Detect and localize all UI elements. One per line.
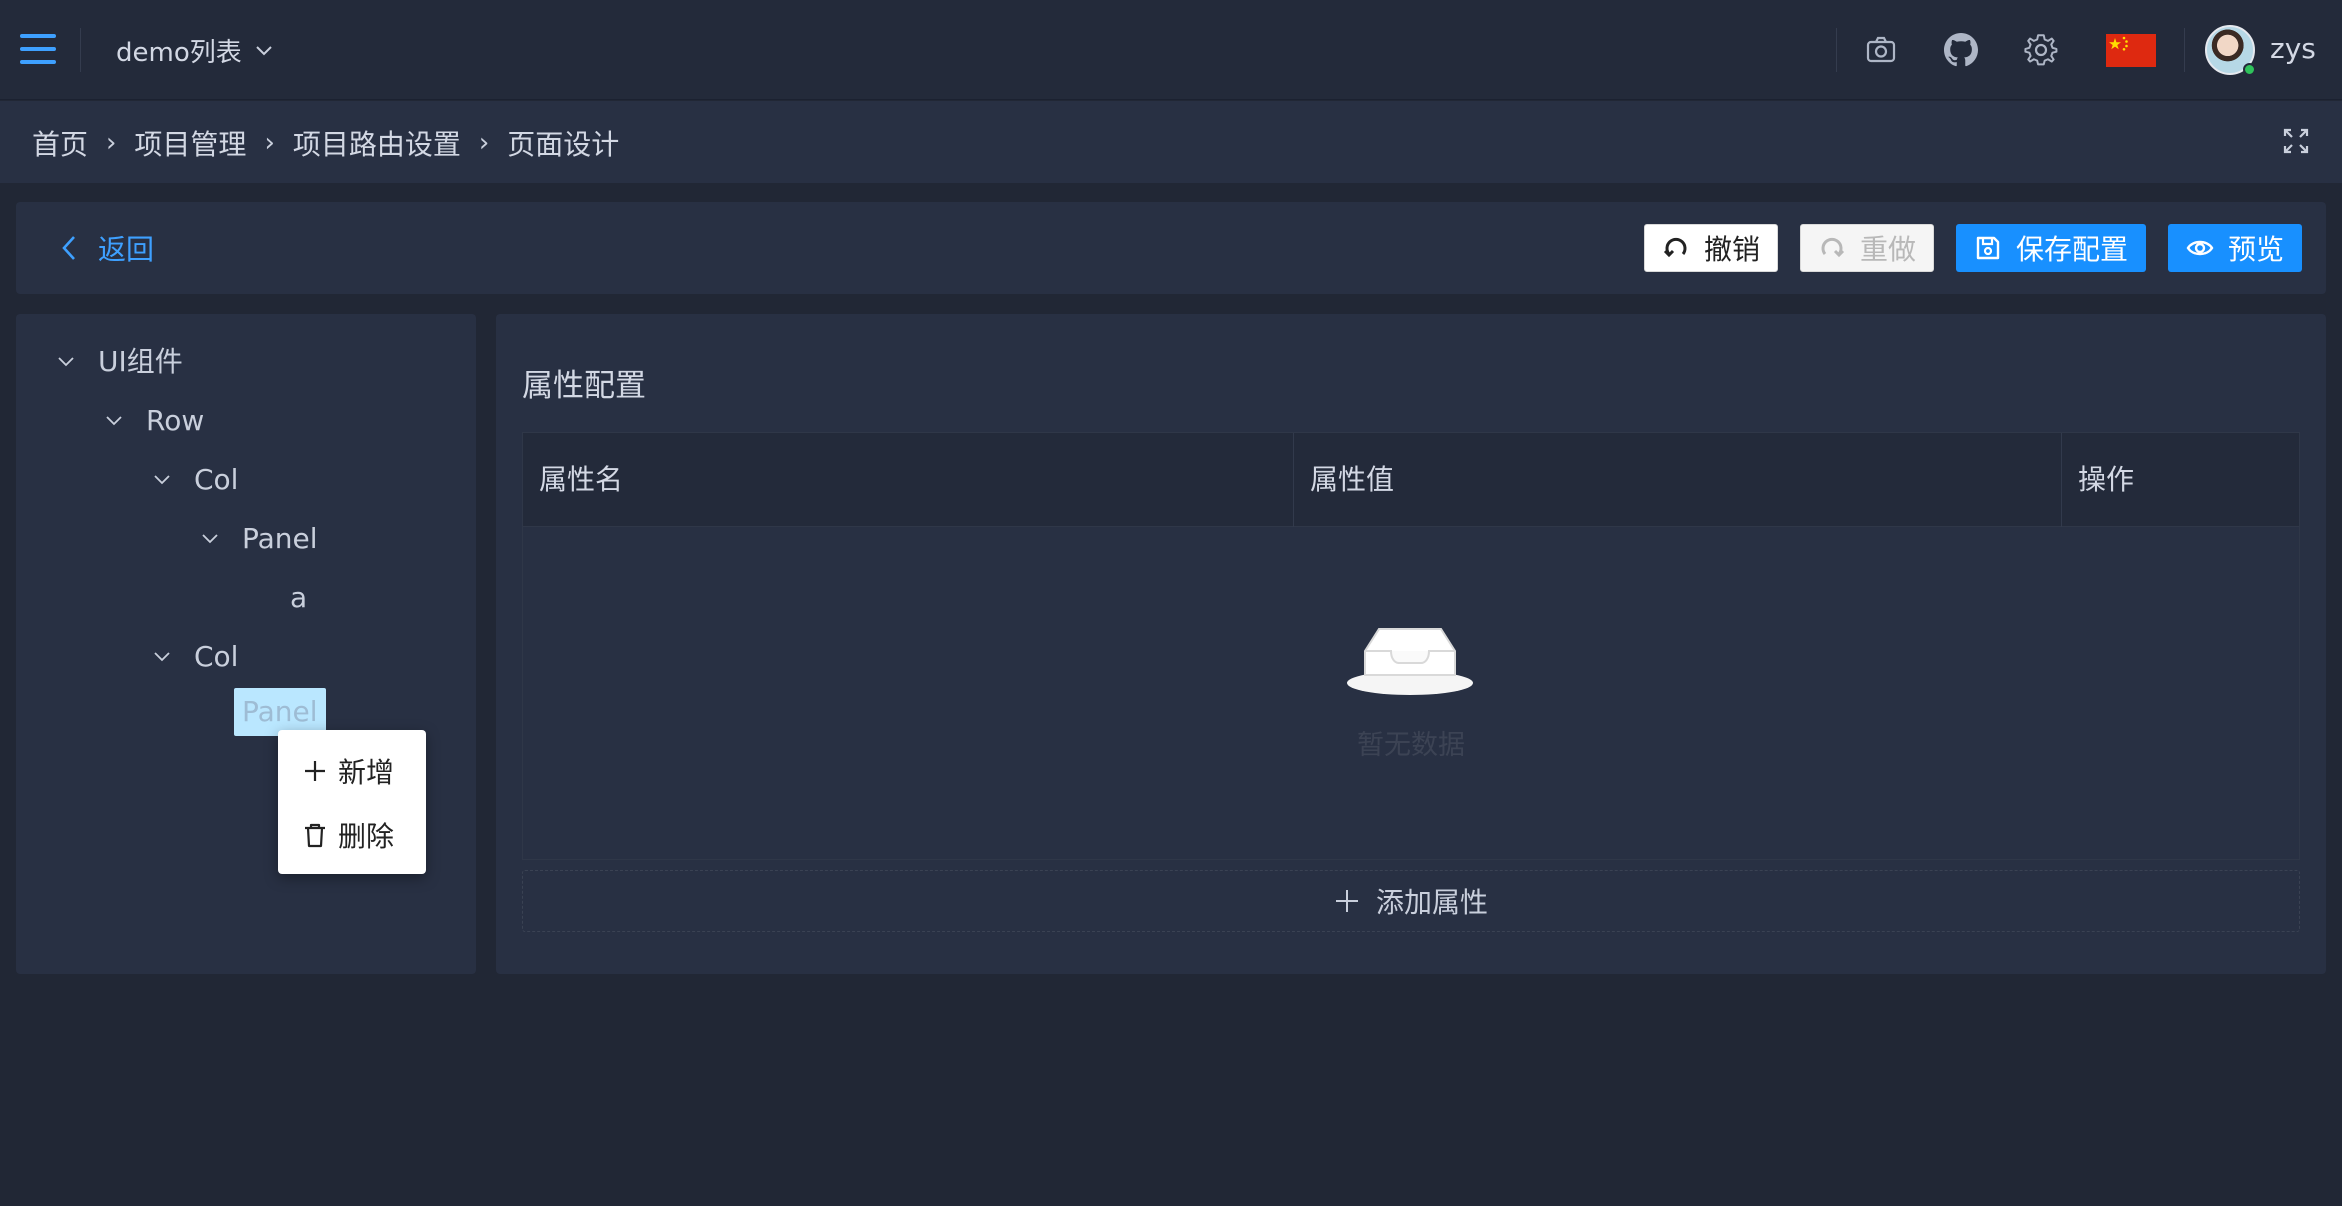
context-menu-delete-label: 删除 xyxy=(338,820,395,853)
github-icon[interactable] xyxy=(1936,24,1986,76)
column-header-action: 操作 xyxy=(2061,433,2301,527)
breadcrumb-separator: › xyxy=(106,128,117,158)
tree-node-label[interactable]: Col xyxy=(186,456,246,504)
breadcrumb: 首页 › 项目管理 › 项目路由设置 › 页面设计 xyxy=(32,123,619,163)
divider xyxy=(1836,28,1837,72)
tree-node-panel-selected: Panel xyxy=(186,688,326,736)
plus-icon xyxy=(1335,890,1358,912)
project-select-label: demo列表 xyxy=(116,37,242,68)
divider xyxy=(2184,28,2185,72)
tree-expand-toggle[interactable] xyxy=(42,338,90,386)
breadcrumb-separator: › xyxy=(478,128,490,158)
camera-icon[interactable] xyxy=(1856,24,1906,76)
context-menu-add-label: 新增 xyxy=(338,756,395,789)
tree-node-col: Col xyxy=(138,456,246,504)
divider xyxy=(80,28,81,72)
chevron-down-icon xyxy=(256,46,272,56)
add-property-button[interactable]: 添加属性 xyxy=(522,870,2300,932)
fullscreen-icon[interactable] xyxy=(2282,127,2310,155)
undo-button[interactable]: 撤销 xyxy=(1644,224,1778,272)
tree-node-row: Row xyxy=(90,397,212,445)
add-property-label: 添加属性 xyxy=(1375,886,1488,919)
tree-node-label-selected[interactable]: Panel xyxy=(234,688,326,736)
table-header: 属性名 属性值 操作 xyxy=(523,433,2299,527)
empty-state: 暂无数据 xyxy=(523,527,2299,859)
breadcrumb-item-page-design: 页面设计 xyxy=(507,128,620,161)
tree-node-label[interactable]: Row xyxy=(138,397,212,445)
username[interactable]: zys xyxy=(2270,32,2316,65)
breadcrumb-item-home[interactable]: 首页 xyxy=(32,123,88,163)
chevron-down-icon xyxy=(58,357,74,367)
tree-expand-toggle[interactable] xyxy=(138,456,186,504)
tree-node-label[interactable]: Panel xyxy=(234,515,326,563)
breadcrumb-separator: › xyxy=(264,128,275,158)
preview-button[interactable]: 预览 xyxy=(2168,224,2302,272)
column-header-name: 属性名 xyxy=(539,463,624,496)
tree-expand-toggle[interactable] xyxy=(90,397,138,445)
redo-button[interactable]: 重做 xyxy=(1800,224,1934,272)
save-config-button[interactable]: 保存配置 xyxy=(1956,224,2146,272)
chevron-down-icon xyxy=(202,534,218,544)
breadcrumb-bar: 首页 › 项目管理 › 项目路由设置 › 页面设计 xyxy=(0,101,2342,183)
tree-node-label[interactable]: a xyxy=(282,574,315,622)
tree-node-ui-components: UI组件 xyxy=(42,338,191,386)
context-menu-delete[interactable]: 删除 xyxy=(302,810,394,860)
save-icon xyxy=(1976,236,2000,260)
property-config-panel: 属性配置 属性名 属性值 操作 暂无数据 添加属性 xyxy=(496,314,2326,974)
project-select[interactable]: demo列表 xyxy=(116,32,274,68)
property-table: 属性名 属性值 操作 暂无数据 xyxy=(522,432,2300,860)
component-tree-panel: UI组件 Row Col Panel a Col Panel 新增 删除 xyxy=(16,314,476,974)
china-flag-icon[interactable] xyxy=(2106,34,2156,67)
chevron-down-icon xyxy=(154,652,170,662)
toolbar: 返回 撤销 重做 保存配置 预览 xyxy=(16,202,2326,294)
chevron-down-icon xyxy=(106,416,122,426)
empty-text: 暂无数据 xyxy=(1357,730,1465,761)
preview-label: 预览 xyxy=(2227,233,2284,266)
context-menu: 新增 删除 xyxy=(278,730,426,874)
back-link[interactable]: 返回 xyxy=(58,228,154,268)
online-status-dot xyxy=(2243,63,2256,76)
plus-icon xyxy=(305,761,325,781)
tree-node-label[interactable]: Col xyxy=(186,633,246,681)
tree-node-a: a xyxy=(234,574,315,622)
redo-icon xyxy=(1821,237,1845,258)
tree-expand-toggle[interactable] xyxy=(138,633,186,681)
trash-icon xyxy=(305,823,325,848)
menu-icon[interactable] xyxy=(20,34,56,66)
eye-icon xyxy=(2186,240,2214,256)
context-menu-add[interactable]: 新增 xyxy=(302,746,394,796)
undo-icon xyxy=(1663,237,1687,258)
tree-node-col: Col xyxy=(138,633,246,681)
back-label: 返回 xyxy=(98,233,155,266)
gear-icon[interactable] xyxy=(2016,24,2066,76)
chevron-down-icon xyxy=(154,475,170,485)
chevron-left-icon xyxy=(62,236,75,260)
breadcrumb-item-route-settings[interactable]: 项目路由设置 xyxy=(293,123,461,163)
redo-label: 重做 xyxy=(1859,233,1916,266)
undo-label: 撤销 xyxy=(1703,233,1760,266)
column-header-value: 属性值 xyxy=(1293,433,2061,527)
tree-node-label[interactable]: UI组件 xyxy=(90,338,191,386)
tree-expand-toggle[interactable] xyxy=(186,515,234,563)
save-config-label: 保存配置 xyxy=(2015,233,2128,266)
breadcrumb-item-project-management[interactable]: 项目管理 xyxy=(134,123,246,163)
tree-node-panel: Panel xyxy=(186,515,326,563)
empty-inbox-icon xyxy=(1347,628,1473,695)
top-navbar: demo列表 zys xyxy=(0,0,2342,100)
property-panel-title: 属性配置 xyxy=(522,368,646,404)
